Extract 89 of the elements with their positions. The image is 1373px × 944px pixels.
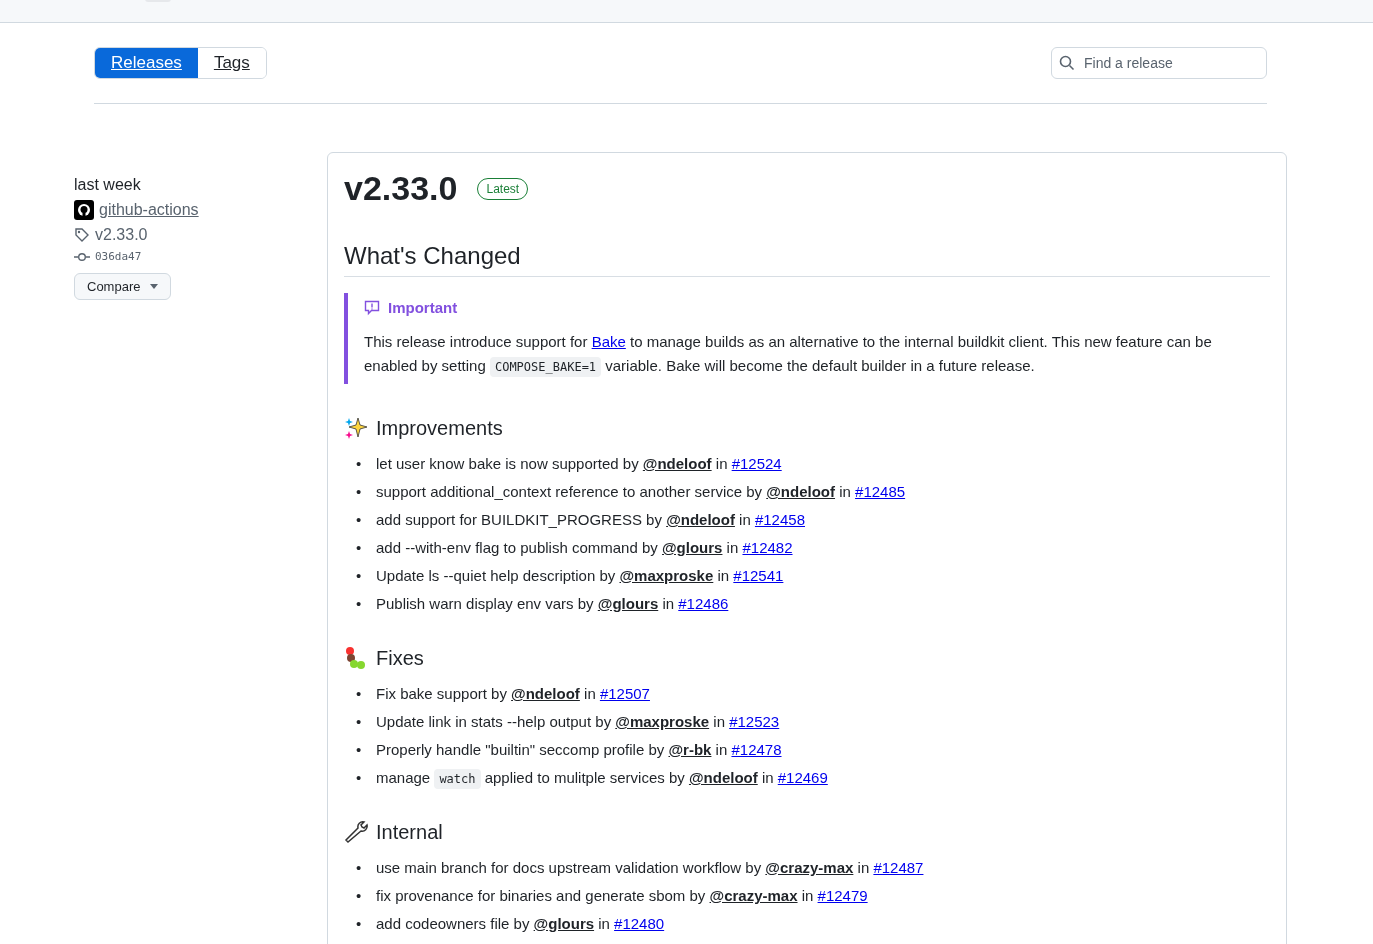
user-link[interactable]: @r-bk [668, 740, 712, 760]
comment-alert-icon [364, 299, 380, 316]
bullet: • [356, 684, 363, 704]
bullet: • [356, 740, 363, 760]
release-title: v2.33.0 [344, 169, 458, 208]
bullet: • [356, 594, 363, 614]
pr-link[interactable]: #12479 [817, 886, 868, 906]
commit-icon [74, 251, 90, 262]
item-text: in [714, 740, 729, 760]
user-link[interactable]: @ndeloof [511, 684, 580, 704]
section-title: Improvements [376, 416, 503, 440]
change-text: support additional_context reference to another service by [376, 482, 764, 502]
section-title: Internal [376, 820, 443, 844]
pr-link[interactable]: #12458 [754, 510, 805, 530]
bullet: • [356, 768, 363, 788]
user-link[interactable]: @maxproske [619, 566, 714, 586]
pr-link[interactable]: #12480 [614, 914, 665, 934]
change-text: manage watch applied to mulitple services by [376, 768, 689, 788]
bake-link[interactable]: Bake [591, 333, 626, 350]
tag-icon [74, 227, 90, 243]
item-text: in [856, 858, 871, 878]
change-text: Properly handle "builtin" seccomp profile by [376, 740, 666, 760]
change-text: fix provenance for binaries and generate sbom by [376, 886, 707, 906]
sparkles-icon [344, 416, 368, 440]
pr-link[interactable]: #12524 [731, 454, 782, 474]
author-link[interactable]: github-actions [99, 201, 199, 219]
item-text: in [661, 594, 676, 614]
user-link[interactable]: @ndeloof [666, 510, 735, 530]
item-text: in [838, 482, 852, 502]
item-text: in [760, 768, 775, 788]
user-link[interactable]: @maxproske [615, 712, 710, 732]
bullet: • [356, 886, 363, 906]
bullet: • [356, 510, 363, 530]
change-text: add --with-env flag to publish command by [376, 538, 659, 558]
bullet: • [356, 914, 363, 934]
bullet: • [356, 858, 363, 878]
item-text: in [800, 886, 815, 906]
item-text: in [583, 684, 597, 704]
pr-link[interactable]: #12469 [777, 768, 828, 788]
pr-link[interactable]: #12486 [678, 594, 729, 614]
release-date: last week [74, 176, 141, 194]
user-link[interactable]: @glours [533, 914, 595, 934]
change-text: let user know bake is now supported by [376, 454, 640, 474]
change-text: use main branch for docs upstream validation workflow by [376, 858, 763, 878]
search-field[interactable]: Find a release [1051, 47, 1267, 79]
change-text: Update ls --quiet help description by [376, 566, 617, 586]
commit-hash: 036da47 [95, 250, 142, 263]
change-text: Update link in stats --help output by [376, 712, 613, 732]
user-link[interactable]: @crazy-max [765, 858, 854, 878]
item-text: in [712, 712, 726, 732]
item-text: in [716, 566, 731, 586]
pr-link[interactable]: #12478 [731, 740, 782, 760]
avatar-icon [74, 200, 94, 220]
compare-button[interactable]: Compare [74, 273, 172, 300]
change-text: Publish warn display env vars by [376, 594, 595, 614]
user-link[interactable]: @glours [597, 594, 659, 614]
pr-link[interactable]: #12485 [855, 482, 906, 502]
note-text: This release introduce support for Bake to manage builds as an alternative to the internal buildkit client. This new feature can be enabled by setting COMPOSE_BAKE=1 variable. Bake will become the default builder in a future release. [364, 330, 1254, 378]
item-text: in [738, 510, 752, 530]
change-text: add support for BUILDKIT_PROGRESS by [376, 510, 663, 530]
pr-link[interactable]: #12507 [599, 684, 650, 704]
change-text: add codeowners file by [376, 914, 531, 934]
item-text: in [597, 914, 611, 934]
bullet: • [356, 454, 363, 474]
pr-link[interactable]: #12541 [733, 566, 784, 586]
bullet: • [356, 482, 363, 502]
caret-icon [150, 284, 159, 289]
user-link[interactable]: @ndeloof [642, 454, 712, 474]
section-heading: What's Changed [344, 242, 1270, 277]
bullet: • [356, 538, 363, 558]
user-link[interactable]: @ndeloof [688, 768, 758, 788]
pr-link[interactable]: #12487 [873, 858, 924, 878]
user-link[interactable]: @ndeloof [766, 482, 836, 502]
pr-link[interactable]: #12523 [729, 712, 780, 732]
note-title: Important [388, 299, 458, 316]
tab[interactable]: Releases [95, 48, 198, 78]
user-link[interactable]: @crazy-max [709, 886, 798, 906]
user-link[interactable]: @glours [662, 538, 723, 558]
search-icon [1059, 55, 1075, 71]
section-title: Fixes [376, 646, 424, 670]
bullet: • [356, 566, 363, 586]
caterpillar-icon [344, 646, 368, 670]
pr-link[interactable]: #12482 [742, 538, 793, 558]
item-text: in [714, 454, 729, 474]
wrench-icon [344, 820, 368, 844]
change-text: Fix bake support by [376, 684, 508, 704]
item-text: in [725, 538, 740, 558]
bullet: • [356, 712, 363, 732]
tag-label: v2.33.0 [95, 226, 148, 244]
